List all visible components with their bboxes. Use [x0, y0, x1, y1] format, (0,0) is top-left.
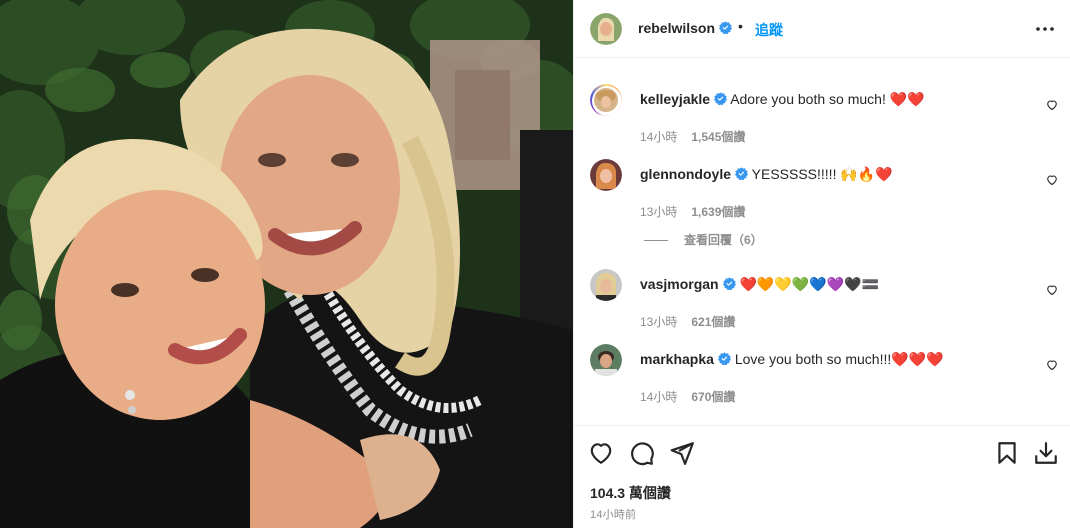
comment-text: YESSSSS!!!!! 🙌🔥❤️	[751, 166, 893, 182]
author-avatar[interactable]	[590, 13, 622, 45]
comment-likes[interactable]: 670個讚	[691, 390, 735, 404]
comments-list[interactable]: kelleyjakle Adore you both so much! ❤️❤️…	[574, 59, 1070, 425]
view-replies-button[interactable]: 查看回覆（6）	[644, 231, 763, 248]
post-photo-illustration	[0, 0, 573, 528]
comment-text: Adore you both so much! ❤️❤️	[730, 91, 925, 107]
commenter-username[interactable]: markhapka	[640, 351, 714, 367]
comment-time[interactable]: 13小時	[640, 315, 677, 329]
post-header: rebelwilson • 追蹤	[574, 0, 1070, 58]
header-separator: •	[738, 18, 743, 34]
comment-likes[interactable]: 621個讚	[691, 315, 735, 329]
commenter-avatar[interactable]	[590, 84, 622, 116]
commenter-avatar[interactable]	[590, 269, 622, 301]
comment-meta: 13小時 1,639個讚	[640, 203, 745, 220]
comment-time[interactable]: 13小時	[640, 205, 677, 219]
comment-time[interactable]: 14小時	[640, 130, 677, 144]
comment-likes[interactable]: 1,545個讚	[691, 130, 745, 144]
bookmark-icon[interactable]	[994, 440, 1020, 466]
more-options-icon[interactable]	[1034, 20, 1056, 38]
author-username-text[interactable]: rebelwilson	[638, 20, 715, 36]
view-replies-label[interactable]: 查看回覆（6）	[684, 233, 763, 247]
commenter-username[interactable]: kelleyjakle	[640, 91, 710, 107]
comment-line: glennondoyle YESSSSS!!!!! 🙌🔥❤️	[640, 166, 893, 183]
comment-meta: 14小時 1,545個讚	[640, 128, 745, 145]
comment-time[interactable]: 14小時	[640, 390, 677, 404]
verified-badge-icon	[719, 21, 733, 34]
commenter-avatar[interactable]	[590, 344, 622, 376]
comment-text: Love you both so much!!!❤️❤️❤️	[734, 351, 944, 367]
verified-badge-icon	[735, 167, 748, 180]
follow-button[interactable]: 追蹤	[755, 20, 783, 40]
heart-icon[interactable]	[1046, 174, 1058, 186]
heart-icon[interactable]	[1046, 284, 1058, 296]
commenter-avatar[interactable]	[590, 159, 622, 191]
comment-line: markhapka Love you both so much!!!❤️❤️❤️	[640, 351, 944, 368]
download-icon[interactable]	[1033, 440, 1059, 466]
verified-badge-icon	[722, 277, 736, 290]
post-photo[interactable]	[0, 0, 573, 528]
commenter-username[interactable]: glennondoyle	[640, 166, 731, 182]
comment-likes[interactable]: 1,639個讚	[691, 205, 745, 219]
heart-icon[interactable]	[1046, 99, 1058, 111]
post-likes-count[interactable]: 104.3 萬個讚	[590, 483, 671, 503]
comment-meta: 14小時 670個讚	[640, 388, 735, 405]
verified-badge-icon	[714, 92, 728, 105]
post-timestamp[interactable]: 14小時前	[590, 506, 636, 522]
author-username[interactable]: rebelwilson	[638, 20, 733, 36]
comment-icon[interactable]	[629, 440, 655, 466]
share-icon[interactable]	[669, 440, 695, 466]
verified-badge-icon	[717, 352, 731, 365]
comment-line: kelleyjakle Adore you both so much! ❤️❤️	[640, 91, 925, 108]
heart-icon[interactable]	[1046, 359, 1058, 371]
post-side-panel: rebelwilson • 追蹤 kelleyjakle Adore you b…	[573, 0, 1070, 528]
replies-divider	[644, 240, 668, 242]
post-actions: 104.3 萬個讚 14小時前	[574, 425, 1070, 528]
comment-line: vasjmorgan ❤️🧡💛💚💙💜🖤🟰	[640, 276, 879, 293]
comment-text: ❤️🧡💛💚💙💜🖤🟰	[739, 276, 879, 292]
heart-icon[interactable]	[588, 440, 614, 466]
commenter-username[interactable]: vasjmorgan	[640, 276, 719, 292]
comment-meta: 13小時 621個讚	[640, 313, 735, 330]
